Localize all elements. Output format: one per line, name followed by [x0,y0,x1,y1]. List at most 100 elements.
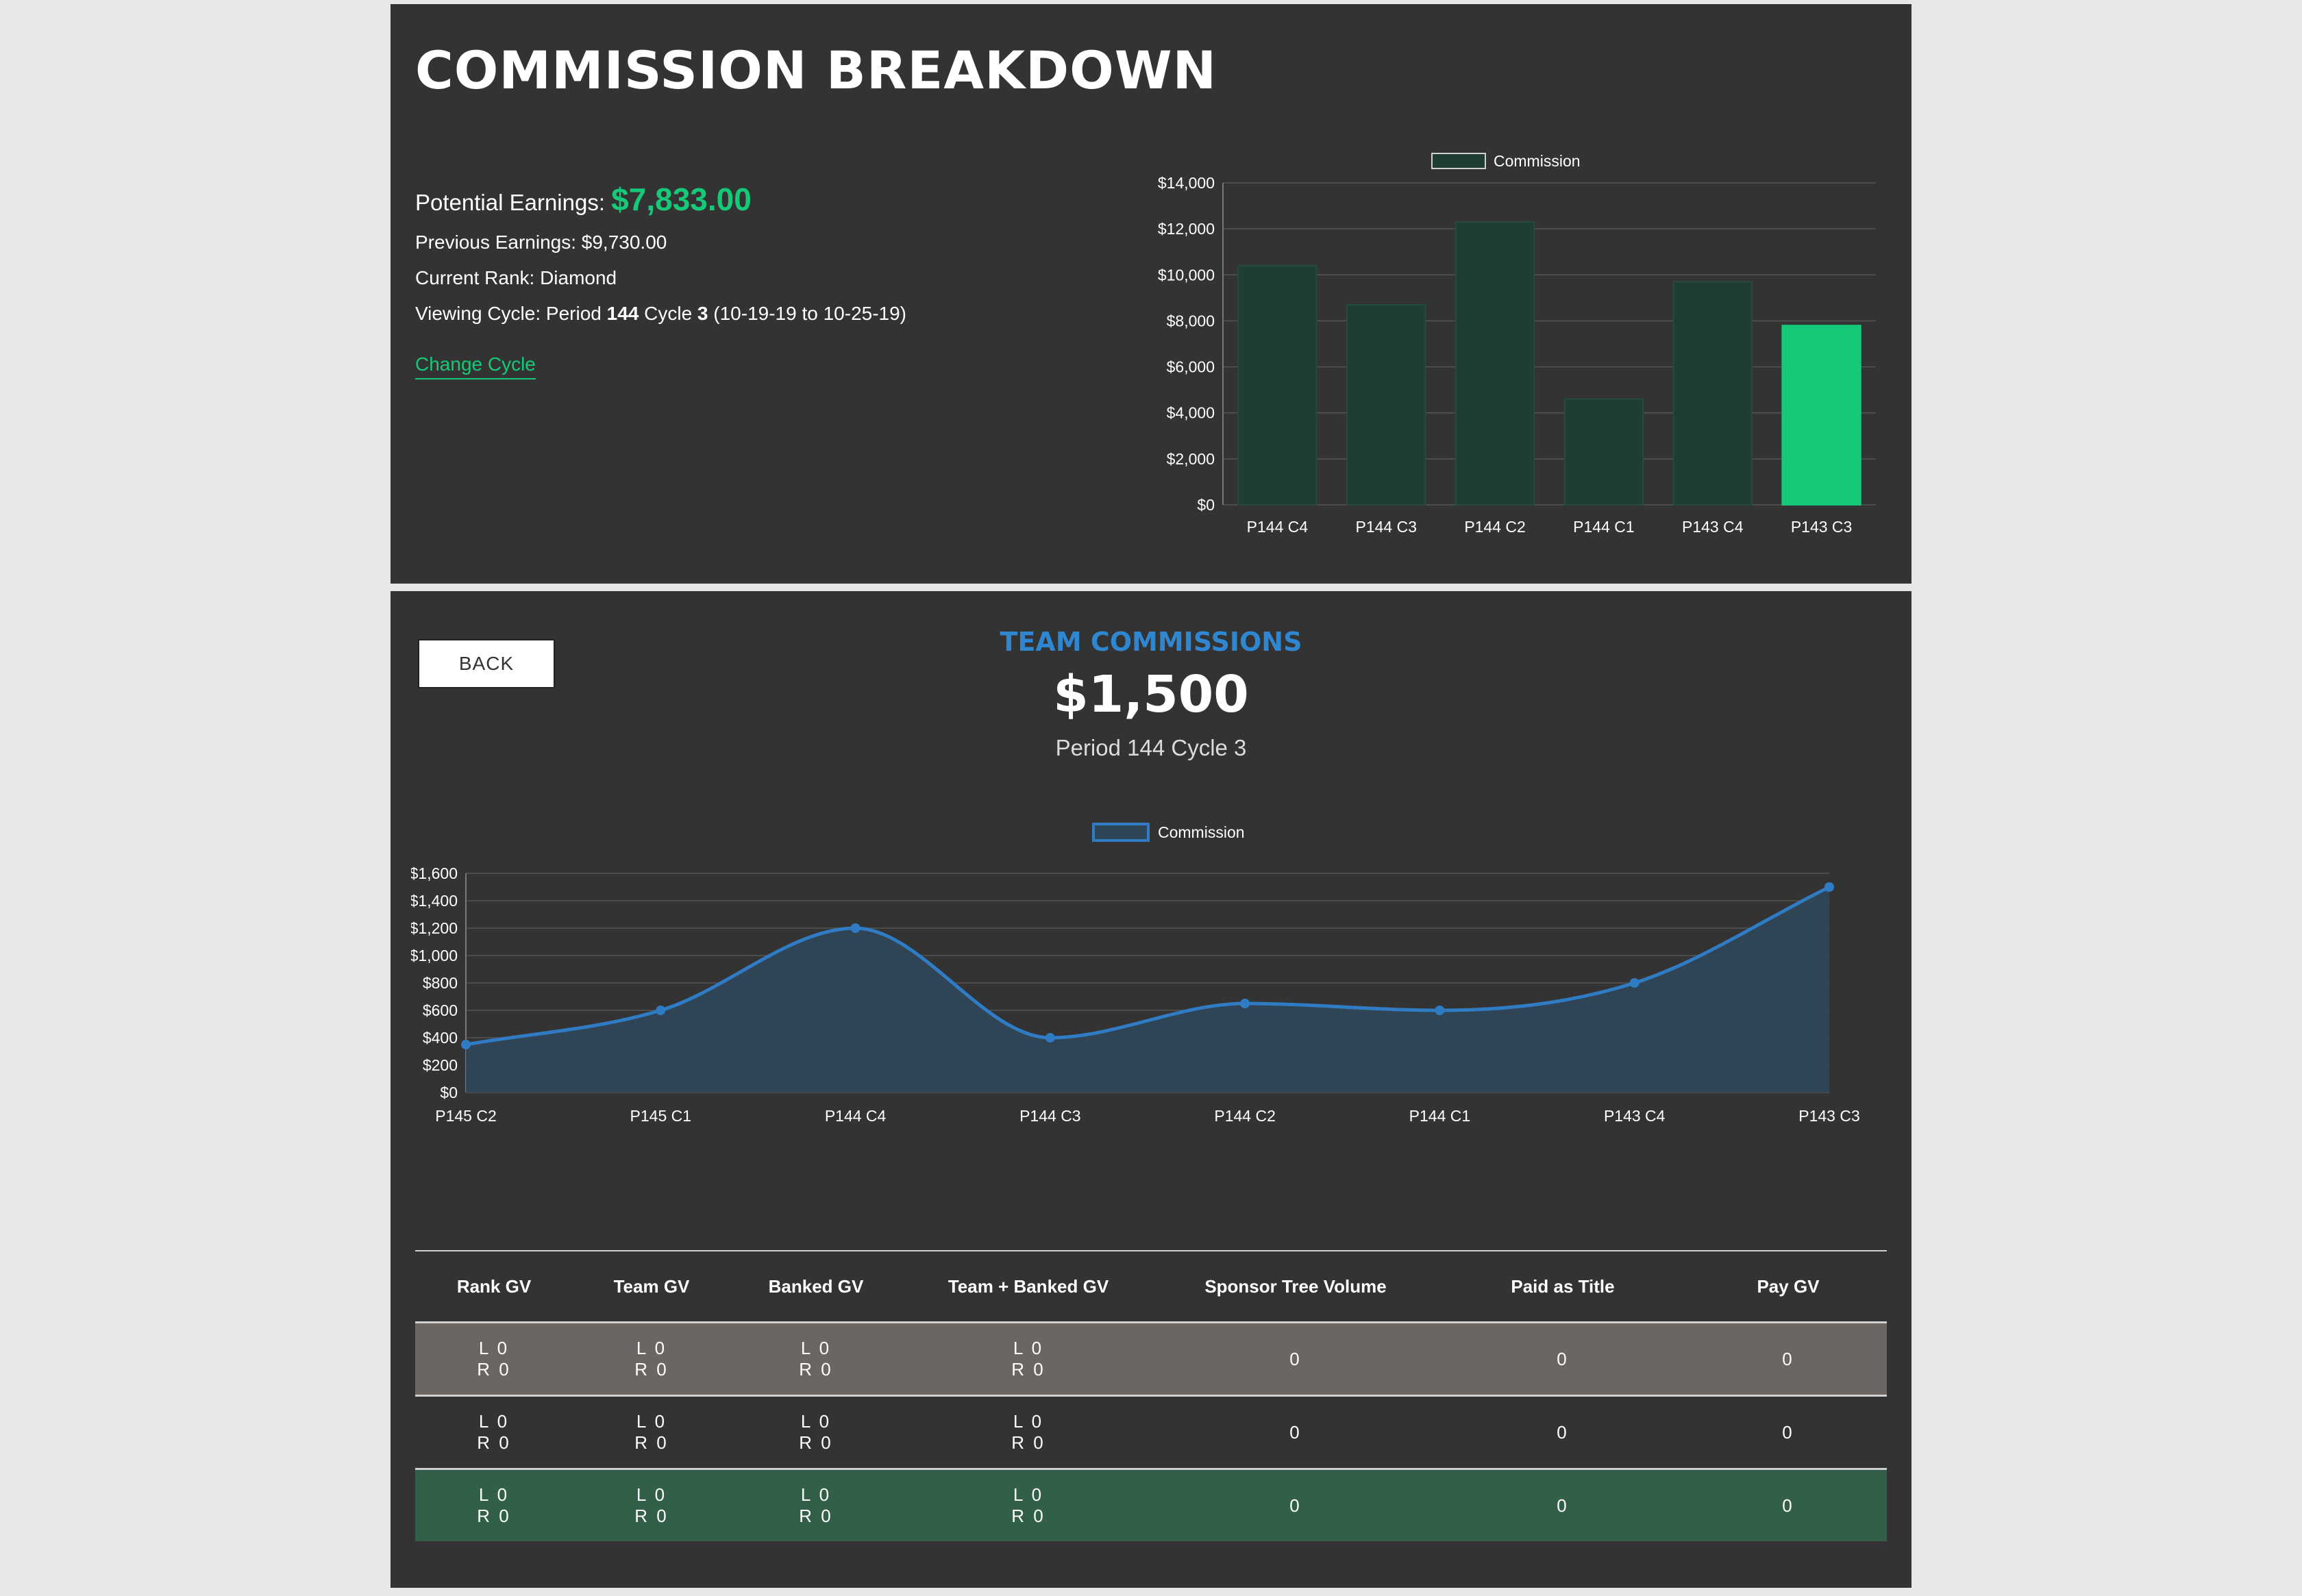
x-tick-label: P143 C3 [1791,518,1853,536]
bar [1781,325,1861,506]
left-value: L 0 [800,1484,832,1505]
team-gv-cell: L 0R 0 [573,1469,730,1541]
team-banked-gv-cell: L 0R 0 [902,1395,1155,1470]
right-value: R 0 [1011,1506,1045,1526]
table-row: L 0R 0 L 0R 0 L 0R 0 L 0R 0 0 0 0 [415,1395,1887,1470]
left-value: L 0 [1013,1484,1044,1505]
change-cycle-link[interactable]: Change Cycle [415,353,536,379]
x-tick-label: P144 C4 [825,1107,887,1125]
commission-bar-chart: $0 $2,000 $4,000 $6,000 $8,000 $10,000 $12,000… [1158,152,1876,536]
previous-earnings: Previous Earnings: $9,730.00 [415,232,667,253]
gv-table: Rank GV Team GV Banked GV Team + Banked … [415,1250,1887,1541]
team-commission-line-chart: $0 $200 $400 $600 $800 $1,000 $1,200 $1,400 $1,6… [411,823,1860,1125]
team-commissions-title: TEAM COMMISSIONS [1000,627,1302,657]
x-tick-label: P144 C2 [1464,518,1526,536]
header-sponsor-tree-volume: Sponsor Tree Volume [1155,1250,1436,1323]
left-value: L 0 [800,1338,832,1358]
banked-gv-cell: L 0R 0 [730,1395,902,1470]
rank-gv-cell: L 0R 0 [415,1469,573,1541]
right-value: R 0 [634,1432,669,1453]
x-tick-label: P143 C4 [1682,518,1744,536]
legend-label: Commission [1494,152,1581,170]
x-tick-label: P144 C2 [1214,1107,1276,1125]
left-value: L 0 [1013,1411,1044,1432]
data-point [656,1006,666,1015]
paid-as-title-cell: 0 [1436,1469,1690,1541]
team-gv-cell: L 0R 0 [573,1322,730,1397]
x-tick-label: P145 C2 [435,1107,497,1125]
banked-gv-cell: L 0R 0 [730,1322,902,1397]
header-team-banked-gv: Team + Banked GV [902,1250,1155,1323]
y-tick-label: $14,000 [1158,174,1215,192]
team-commissions-amount: $1,500 [1053,665,1249,724]
banked-gv-cell: L 0R 0 [730,1469,902,1541]
cycle-mid: Cycle [639,303,697,324]
left-value: L 0 [1013,1338,1044,1358]
cycle-period: 144 [606,303,639,324]
team-banked-gv-cell: L 0R 0 [902,1469,1155,1541]
right-value: R 0 [477,1359,511,1380]
sponsor-tree-volume-cell: 0 [1155,1322,1436,1397]
x-tick-label: P143 C3 [1798,1107,1860,1125]
x-tick-label: P144 C1 [1409,1107,1471,1125]
right-value: R 0 [799,1506,833,1526]
x-tick-label: P144 C4 [1247,518,1309,536]
sponsor-tree-volume-cell: 0 [1155,1395,1436,1470]
left-value: L 0 [478,1411,510,1432]
right-value: R 0 [799,1432,833,1453]
sponsor-tree-volume-cell: 0 [1155,1469,1436,1541]
table-header-row: Rank GV Team GV Banked GV Team + Banked … [415,1250,1887,1323]
table-row: L 0R 0 L 0R 0 L 0R 0 L 0R 0 0 0 0 [415,1322,1887,1397]
x-tick-label: P143 C4 [1604,1107,1666,1125]
y-tick-label: $0 [1197,496,1215,514]
left-value: L 0 [636,1484,667,1505]
table-row: L 0R 0 L 0R 0 L 0R 0 L 0R 0 0 0 0 [415,1469,1887,1541]
left-value: L 0 [800,1411,832,1432]
right-value: R 0 [634,1506,669,1526]
legend-swatch [1431,153,1486,169]
x-tick-label: P144 C1 [1573,518,1635,536]
y-tick-label: $200 [423,1056,458,1074]
data-point [1240,999,1250,1008]
data-point [461,1040,471,1049]
data-point [1824,882,1834,892]
left-value: L 0 [478,1484,510,1505]
pay-gv-cell: 0 [1690,1322,1887,1397]
y-tick-label: $8,000 [1167,312,1215,329]
rank-gv-cell: L 0R 0 [415,1322,573,1397]
bar [1455,221,1535,506]
y-tick-label: $1,600 [411,864,458,882]
team-commissions-panel: BACK TEAM COMMISSIONS $1,500 Period 144 … [391,591,1911,1588]
left-value: L 0 [636,1338,667,1358]
paid-as-title-cell: 0 [1436,1322,1690,1397]
left-value: L 0 [478,1338,510,1358]
left-value: L 0 [636,1411,667,1432]
y-tick-label: $1,400 [411,892,458,910]
rank-gv-cell: L 0R 0 [415,1395,573,1470]
y-tick-label: $2,000 [1167,450,1215,468]
y-tick-label: $1,200 [411,919,458,937]
potential-earnings-value: $7,833.00 [611,182,752,217]
team-banked-gv-cell: L 0R 0 [902,1322,1155,1397]
y-tick-label: $1,000 [411,947,458,964]
right-value: R 0 [799,1359,833,1380]
paid-as-title-cell: 0 [1436,1395,1690,1470]
commission-summary-panel: COMMISSION BREAKDOWN Potential Earnings:… [391,4,1911,584]
y-tick-label: $600 [423,1001,458,1019]
page-title: COMMISSION BREAKDOWN [415,40,1217,101]
y-tick-label: $400 [423,1029,458,1047]
y-tick-label: $0 [440,1084,458,1101]
viewing-cycle: Viewing Cycle: Period 144 Cycle 3 (10-19… [415,303,906,325]
x-tick-label: P144 C3 [1355,518,1417,536]
header-pay-gv: Pay GV [1690,1250,1887,1323]
data-point [1045,1033,1055,1043]
cycle-dates: (10-19-19 to 10-25-19) [708,303,907,324]
header-banked-gv: Banked GV [730,1250,902,1323]
right-value: R 0 [1011,1432,1045,1453]
data-point [1629,978,1639,988]
team-commissions-period: Period 144 Cycle 3 [1055,735,1247,760]
bar [1672,281,1753,506]
data-point [1435,1006,1445,1015]
pay-gv-cell: 0 [1690,1469,1887,1541]
header-team-gv: Team GV [573,1250,730,1323]
